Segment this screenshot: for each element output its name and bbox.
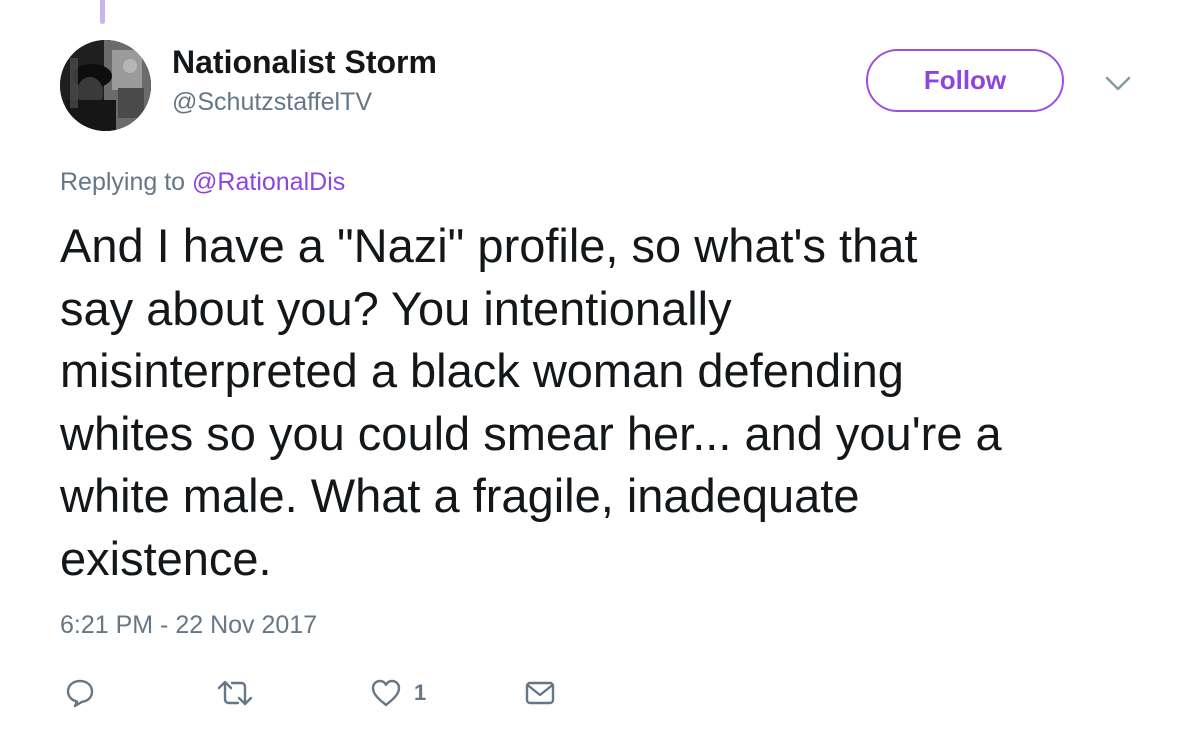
like-button[interactable]: 1 (370, 676, 426, 710)
follow-button[interactable]: Follow (866, 49, 1064, 112)
author-handle[interactable]: @SchutzstaffelTV (172, 88, 372, 117)
reply-button[interactable] (64, 676, 96, 710)
like-count: 1 (414, 680, 427, 705)
thread-connector-line (100, 0, 105, 24)
envelope-icon (525, 681, 555, 705)
tweet-text-line: existence. (60, 531, 272, 585)
tweet-text: And I have a "Nazi" profile, so what's t… (60, 215, 1160, 590)
tweet-text-line: white male. What a fragile, inadequate (60, 469, 860, 522)
retweet-icon (217, 680, 253, 706)
replying-to: Replying to @RationalDis (60, 168, 345, 197)
tweet-timestamp[interactable]: 6:21 PM - 22 Nov 2017 (60, 611, 317, 640)
tweet-text-line: misinterpreted a black woman defending (60, 344, 904, 397)
tweet-text-line: And I have a "Nazi" profile, so what's t… (60, 219, 918, 272)
replying-to-label: Replying to (60, 168, 186, 196)
heart-icon (371, 679, 401, 707)
tweet-text-line: whites so you could smear her... and you… (60, 406, 1002, 460)
avatar-image (60, 40, 151, 131)
tweet-text-line: say about you? You intentionally (60, 281, 732, 335)
avatar[interactable] (60, 40, 151, 131)
chevron-down-icon[interactable] (1104, 72, 1132, 94)
direct-message-button[interactable] (524, 676, 556, 710)
tweet-page: Nationalist Storm @SchutzstaffelTV Follo… (0, 0, 1200, 753)
reply-icon (66, 679, 94, 708)
reply-mention-link[interactable]: @RationalDis (192, 168, 345, 196)
author-display-name[interactable]: Nationalist Storm (172, 44, 437, 81)
retweet-button[interactable] (216, 676, 254, 710)
